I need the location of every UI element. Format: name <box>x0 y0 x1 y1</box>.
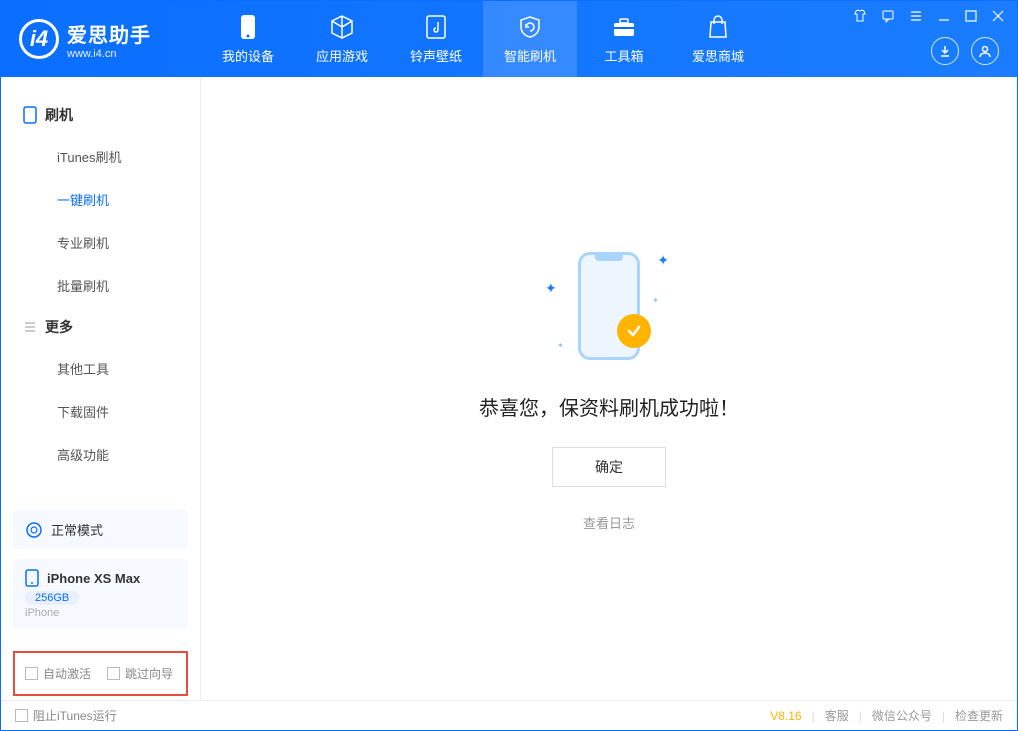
checkbox-icon <box>15 709 28 722</box>
sidebar-item-advanced[interactable]: 高级功能 <box>1 433 200 476</box>
toolbox-icon <box>611 14 637 40</box>
device-name: iPhone XS Max <box>47 571 140 586</box>
sidebar-item-batch-flash[interactable]: 批量刷机 <box>1 264 200 307</box>
minimize-icon[interactable] <box>937 9 951 23</box>
checkbox-label: 自动激活 <box>43 665 91 682</box>
checkbox-label: 跳过向导 <box>125 665 173 682</box>
separator: | <box>812 709 815 723</box>
mode-card[interactable]: 正常模式 <box>13 510 188 549</box>
success-illustration: ✦ ✦ ✦ ✦ <box>539 246 679 366</box>
close-icon[interactable] <box>991 9 1005 23</box>
separator: | <box>859 709 862 723</box>
checkbox-icon <box>107 667 120 680</box>
sidebar-section-more: 更多 <box>1 307 200 347</box>
device-storage: 256GB <box>25 591 79 605</box>
app-subtitle: www.i4.cn <box>67 48 151 60</box>
bag-icon <box>705 14 731 40</box>
sidebar-item-download-firmware[interactable]: 下载固件 <box>1 390 200 433</box>
options-highlight-box: 自动激活 跳过向导 <box>13 651 188 696</box>
logo-icon: i4 <box>19 19 59 59</box>
check-badge-icon <box>617 314 651 348</box>
cube-icon <box>329 14 355 40</box>
music-note-icon <box>423 14 449 40</box>
download-button[interactable] <box>931 37 959 65</box>
sparkle-icon: ✦ <box>545 280 557 297</box>
nav-label: 应用游戏 <box>316 46 368 65</box>
success-message: 恭喜您，保资料刷机成功啦！ <box>479 392 739 421</box>
phone-icon <box>235 14 261 40</box>
separator: | <box>942 709 945 723</box>
header-bar: i4 爱思助手 www.i4.cn 我的设备 应用游戏 铃声壁纸 智能刷机 工具… <box>1 1 1017 77</box>
feedback-icon[interactable] <box>881 9 895 23</box>
header-circle-buttons <box>931 37 999 65</box>
refresh-shield-icon <box>517 14 543 40</box>
titlebar-controls <box>853 9 1005 23</box>
sparkle-icon: ✦ <box>557 341 564 350</box>
device-card[interactable]: iPhone XS Max 256GB iPhone <box>13 559 188 629</box>
skip-guide-checkbox[interactable]: 跳过向导 <box>107 665 173 682</box>
sidebar-section-flash: 刷机 <box>1 95 200 135</box>
refresh-icon <box>25 521 43 539</box>
nav-label: 工具箱 <box>604 46 643 65</box>
block-itunes-checkbox[interactable]: 阻止iTunes运行 <box>15 707 117 724</box>
user-button[interactable] <box>971 37 999 65</box>
nav-apps-games[interactable]: 应用游戏 <box>295 1 389 77</box>
footer-link-wechat[interactable]: 微信公众号 <box>872 707 932 724</box>
checkbox-icon <box>25 667 38 680</box>
sidebar-item-other-tools[interactable]: 其他工具 <box>1 347 200 390</box>
app-title: 爱思助手 <box>67 19 151 48</box>
view-log-link[interactable]: 查看日志 <box>583 513 635 532</box>
checkbox-label: 阻止iTunes运行 <box>33 707 117 724</box>
main-content: ✦ ✦ ✦ ✦ 恭喜您，保资料刷机成功啦！ 确定 查看日志 <box>201 77 1017 700</box>
sidebar-item-itunes-flash[interactable]: iTunes刷机 <box>1 135 200 178</box>
footer-link-support[interactable]: 客服 <box>825 707 849 724</box>
tshirt-icon[interactable] <box>853 9 867 23</box>
ok-button[interactable]: 确定 <box>552 447 666 487</box>
logo-area: i4 爱思助手 www.i4.cn <box>1 19 201 60</box>
maximize-icon[interactable] <box>965 10 977 22</box>
nav-label: 智能刷机 <box>504 46 556 65</box>
version-label: V8.16 <box>770 709 801 723</box>
footer-bar: 阻止iTunes运行 V8.16 | 客服 | 微信公众号 | 检查更新 <box>1 700 1017 730</box>
section-title: 刷机 <box>45 105 73 125</box>
sidebar-item-one-click-flash[interactable]: 一键刷机 <box>1 178 200 221</box>
menu-icon[interactable] <box>909 9 923 23</box>
nav-label: 铃声壁纸 <box>410 46 462 65</box>
sidebar-item-pro-flash[interactable]: 专业刷机 <box>1 221 200 264</box>
sparkle-icon: ✦ <box>652 296 659 305</box>
nav-ringtone-wallpaper[interactable]: 铃声壁纸 <box>389 1 483 77</box>
top-nav: 我的设备 应用游戏 铃声壁纸 智能刷机 工具箱 爱思商城 <box>201 1 765 77</box>
nav-my-device[interactable]: 我的设备 <box>201 1 295 77</box>
nav-shop[interactable]: 爱思商城 <box>671 1 765 77</box>
sidebar: 刷机 iTunes刷机 一键刷机 专业刷机 批量刷机 更多 其他工具 下载固件 … <box>1 77 201 700</box>
section-title: 更多 <box>45 317 73 337</box>
device-icon <box>25 569 39 587</box>
nav-label: 爱思商城 <box>692 46 744 65</box>
nav-toolbox[interactable]: 工具箱 <box>577 1 671 77</box>
mode-label: 正常模式 <box>51 520 103 539</box>
phone-outline-icon <box>23 106 37 124</box>
list-icon <box>23 320 37 334</box>
nav-label: 我的设备 <box>222 46 274 65</box>
nav-smart-flash[interactable]: 智能刷机 <box>483 1 577 77</box>
footer-link-update[interactable]: 检查更新 <box>955 707 1003 724</box>
auto-activate-checkbox[interactable]: 自动激活 <box>25 665 91 682</box>
device-type: iPhone <box>25 607 176 619</box>
sparkle-icon: ✦ <box>657 252 669 269</box>
